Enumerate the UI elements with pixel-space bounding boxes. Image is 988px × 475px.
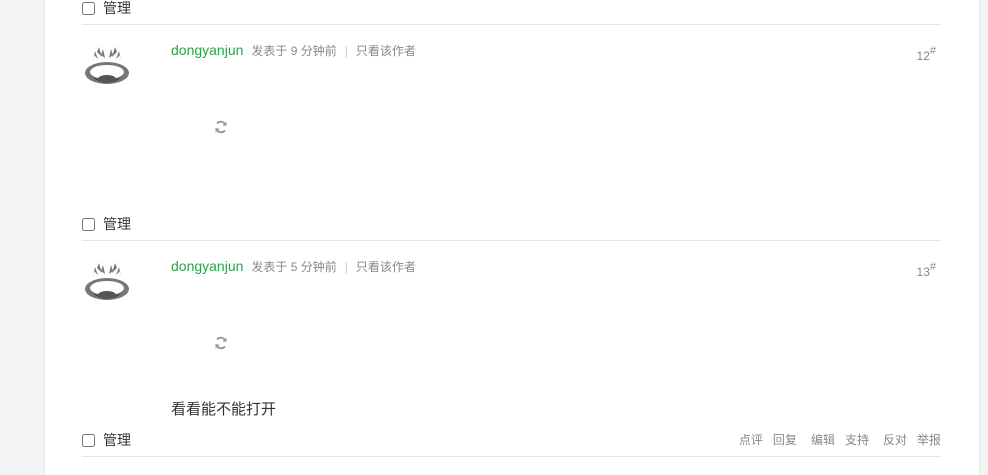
oppose-action[interactable]: 反对 — [883, 431, 907, 448]
refresh-loading-icon — [215, 120, 227, 134]
floor-suffix: # — [929, 45, 936, 57]
only-author-link[interactable]: 只看该作者 — [356, 42, 416, 59]
floor-number-value: 12 — [916, 49, 930, 63]
manage-checkbox[interactable] — [82, 217, 95, 231]
floor-number[interactable]: 12# — [916, 45, 936, 63]
avatar[interactable] — [82, 43, 132, 93]
post-meta: dongyanjun 发表于 9 分钟前 | 只看该作者 — [171, 42, 416, 59]
post-meta: dongyanjun 发表于 5 分钟前 | 只看该作者 — [171, 258, 416, 275]
post-content: 看看能不能打开 — [171, 401, 277, 418]
meta-separator: | — [344, 44, 348, 58]
floor-number[interactable]: 13# — [916, 261, 936, 279]
manage-checkbox[interactable] — [82, 433, 95, 447]
post-divider — [82, 456, 941, 457]
only-author-link[interactable]: 只看该作者 — [356, 258, 416, 275]
author-link[interactable]: dongyanjun — [171, 42, 243, 58]
post-time: 发表于 5 分钟前 — [251, 260, 337, 274]
manage-checkbox[interactable] — [82, 1, 95, 15]
post-actions: 点评 回复 编辑 支持 反对 举报 — [729, 431, 941, 448]
reply-action[interactable]: 回复 — [773, 431, 797, 448]
post-time: 发表于 9 分钟前 — [251, 44, 337, 58]
floor-number-value: 13 — [916, 265, 930, 279]
refresh-loading-icon — [215, 336, 227, 350]
post-divider — [82, 240, 941, 241]
report-action[interactable]: 举报 — [917, 431, 941, 448]
manage-label: 管理 — [103, 0, 131, 16]
avatar[interactable] — [82, 259, 132, 309]
edit-action[interactable]: 编辑 — [811, 431, 835, 448]
manage-checkbox-row[interactable]: 管理 — [82, 430, 131, 450]
support-action[interactable]: 支持 — [845, 431, 869, 448]
meta-separator: | — [344, 260, 348, 274]
manage-label: 管理 — [103, 432, 131, 448]
comment-action[interactable]: 点评 — [739, 431, 763, 448]
manage-label: 管理 — [103, 216, 131, 232]
floor-suffix: # — [929, 261, 936, 273]
manage-checkbox-row[interactable]: 管理 — [82, 214, 131, 234]
author-link[interactable]: dongyanjun — [171, 258, 243, 274]
manage-checkbox-row[interactable]: 管理 — [82, 0, 131, 18]
post-divider — [82, 24, 941, 25]
